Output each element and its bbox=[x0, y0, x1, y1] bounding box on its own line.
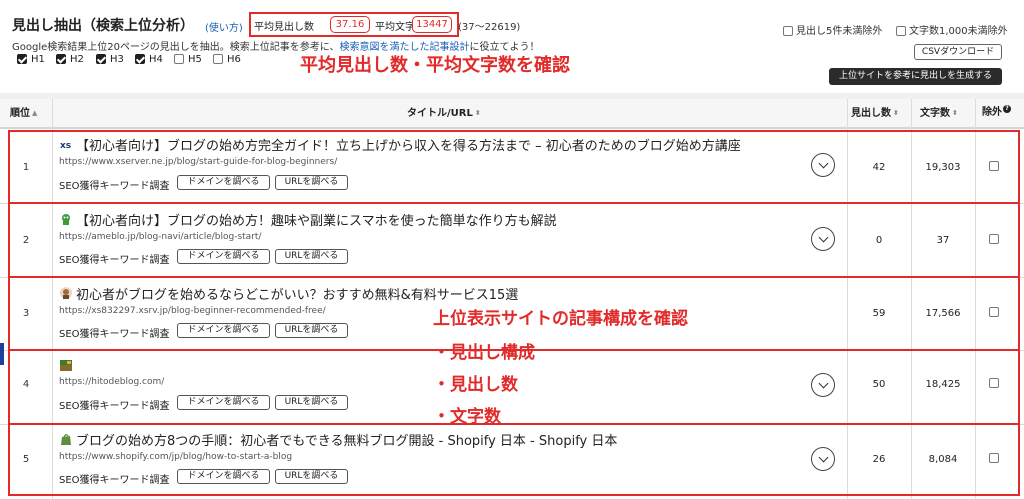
h6-label: H6 bbox=[227, 54, 241, 65]
help-icon[interactable]: ? bbox=[1003, 105, 1011, 113]
col-chars[interactable]: 文字数 ⬍ bbox=[920, 99, 958, 127]
option-min-headings[interactable]: 見出し5件未満除外 bbox=[783, 22, 882, 37]
filter-h1[interactable]: H1 bbox=[17, 54, 45, 65]
annotation-bullet: ・見出し構成 bbox=[433, 343, 535, 363]
sort-icon: ⬍ bbox=[952, 109, 958, 117]
h6-checkbox[interactable] bbox=[213, 54, 223, 64]
h4-checkbox[interactable] bbox=[135, 54, 145, 64]
col-rank[interactable]: 順位 ▲ bbox=[10, 99, 37, 127]
col-rank-label: 順位 bbox=[10, 108, 30, 119]
min-chars-label: 文字数1,000未満除外 bbox=[909, 26, 1008, 37]
help-link[interactable]: (使い方) bbox=[205, 19, 243, 34]
h1-label: H1 bbox=[31, 54, 45, 65]
min-headings-checkbox[interactable] bbox=[783, 26, 793, 36]
page-title: 見出し抽出（検索上位分析） bbox=[12, 18, 194, 34]
annotation-middle-title: 上位表示サイトの記事構成を確認 bbox=[433, 309, 688, 329]
generate-headings-button[interactable]: 上位サイトを参考に見出しを生成する bbox=[829, 68, 1002, 85]
h5-label: H5 bbox=[188, 54, 202, 65]
col-headings[interactable]: 見出し数 ⬍ bbox=[851, 99, 899, 127]
min-headings-label: 見出し5件未満除外 bbox=[796, 26, 883, 37]
filter-h5[interactable]: H5 bbox=[174, 54, 202, 65]
h3-checkbox[interactable] bbox=[96, 54, 106, 64]
col-title-url[interactable]: タイトル/URL ⬍ bbox=[407, 99, 481, 127]
annotation-bullet: ・文字数 bbox=[433, 407, 501, 427]
col-title-label: タイトル/URL bbox=[407, 108, 473, 119]
col-chars-label: 文字数 bbox=[920, 108, 950, 119]
option-min-chars[interactable]: 文字数1,000未満除外 bbox=[896, 22, 1008, 37]
filter-h6[interactable]: H6 bbox=[213, 54, 241, 65]
sort-icon: ⬍ bbox=[474, 109, 481, 117]
filter-h2[interactable]: H2 bbox=[56, 54, 84, 65]
chars-range: (37〜22619) bbox=[458, 22, 521, 33]
annotation-top: 平均見出し数・平均文字数を確認 bbox=[300, 55, 570, 76]
csv-download-button[interactable]: CSVダウンロード bbox=[914, 44, 1002, 60]
col-exclude-label: 除外 bbox=[982, 107, 1002, 118]
h3-label: H3 bbox=[110, 54, 124, 65]
h4-label: H4 bbox=[149, 54, 163, 65]
col-exclude: 除外? bbox=[982, 99, 1011, 127]
h2-label: H2 bbox=[70, 54, 84, 65]
avg-headings-value: 37.16 bbox=[330, 16, 370, 33]
desc-prefix: Google検索結果上位20ページの見出しを抽出。検索上位記事を参考に、 bbox=[12, 42, 340, 53]
h5-checkbox[interactable] bbox=[174, 54, 184, 64]
annotation-bullet: ・見出し数 bbox=[433, 375, 518, 395]
col-headings-label: 見出し数 bbox=[851, 108, 891, 119]
avg-chars-value: 13447 bbox=[412, 16, 452, 33]
highlight-divider bbox=[8, 276, 1020, 278]
sort-icon: ⬍ bbox=[893, 109, 899, 117]
scroll-marker bbox=[0, 343, 4, 365]
filter-h4[interactable]: H4 bbox=[135, 54, 163, 65]
highlight-divider bbox=[8, 423, 1020, 425]
highlight-divider bbox=[8, 202, 1020, 204]
table-header: 順位 ▲ タイトル/URL ⬍ 見出し数 ⬍ 文字数 ⬍ 除外? bbox=[0, 99, 1024, 129]
min-chars-checkbox[interactable] bbox=[896, 26, 906, 36]
filter-h3[interactable]: H3 bbox=[96, 54, 124, 65]
h1-checkbox[interactable] bbox=[17, 54, 27, 64]
h2-checkbox[interactable] bbox=[56, 54, 66, 64]
sort-up-icon: ▲ bbox=[32, 109, 38, 117]
avg-headings-label: 平均見出し数 bbox=[254, 22, 314, 33]
